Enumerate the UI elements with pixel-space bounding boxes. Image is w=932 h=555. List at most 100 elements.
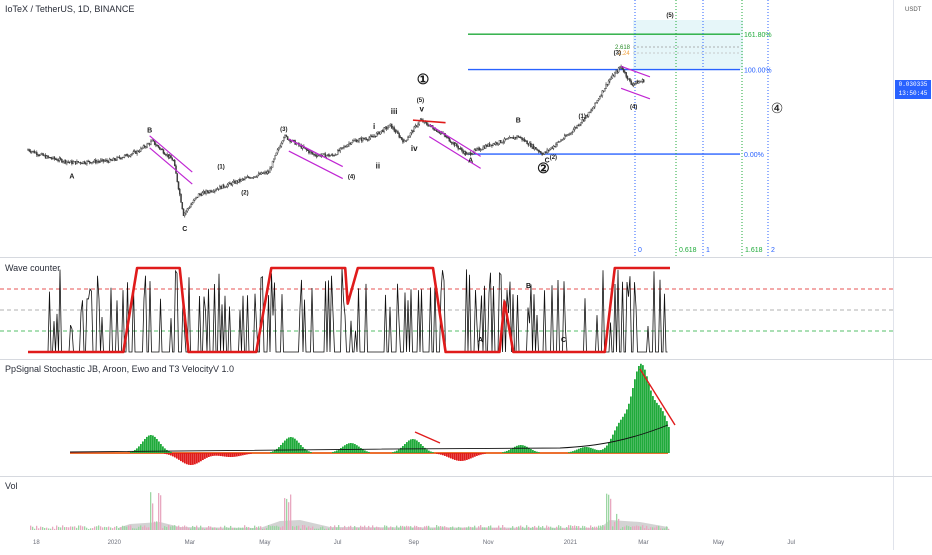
vol-bar <box>480 525 482 530</box>
candle-body <box>125 154 127 156</box>
candle-body <box>378 131 380 135</box>
vol-bar <box>70 526 72 530</box>
signal-histogram-bar <box>240 453 242 456</box>
vol-bar <box>614 521 616 530</box>
signal-histogram-bar <box>600 450 602 453</box>
vol-bar <box>62 525 64 530</box>
signal-histogram-bar <box>478 453 480 456</box>
candle-body <box>337 150 339 155</box>
vol-bar <box>246 526 248 530</box>
candle-body <box>145 146 147 148</box>
candle-body <box>358 138 360 142</box>
vol-bar <box>394 528 396 530</box>
candle-body <box>491 144 493 146</box>
vol-bar <box>534 525 536 530</box>
vol-bar <box>556 526 558 530</box>
chart-canvas[interactable]: 0.1800000.1200000.0800000.0500000.030000… <box>0 0 932 550</box>
vol-bar <box>108 526 110 530</box>
pane-divider[interactable] <box>0 257 932 258</box>
vol-bar <box>348 526 350 530</box>
signal-histogram-bar <box>392 452 394 453</box>
candle-body <box>405 139 408 141</box>
vol-bar <box>400 525 402 530</box>
candle-body <box>454 143 457 146</box>
signal-histogram-bar <box>582 447 584 453</box>
signal-histogram-bar <box>482 453 484 455</box>
candle-body <box>209 190 211 193</box>
vol-bar <box>662 528 664 530</box>
vol-bar <box>472 527 474 530</box>
candle-body <box>501 142 503 144</box>
candle-body <box>166 154 168 156</box>
candle-body <box>108 158 111 163</box>
vol-bar <box>74 526 76 530</box>
candle-body <box>484 145 487 149</box>
vol-bar <box>630 526 632 530</box>
signal-histogram-bar <box>398 449 400 453</box>
candle-body <box>163 153 166 155</box>
candle-body <box>180 193 182 203</box>
candle-body <box>474 149 477 151</box>
vol-bar <box>270 526 272 530</box>
pane-divider[interactable] <box>0 476 932 477</box>
candle-body <box>562 138 565 140</box>
signal-histogram-bar <box>416 440 418 453</box>
signal-histogram-bar <box>276 448 278 453</box>
wave-pane-title[interactable]: Wave counter <box>5 263 60 273</box>
vol-bar <box>158 493 160 530</box>
vol-bar <box>110 527 112 530</box>
time-axis-label: Jul <box>334 540 342 546</box>
vol-bar <box>318 528 320 530</box>
candle-body <box>182 208 185 216</box>
signal-pane-title[interactable]: PpSignal Stochastic JB, Aroon, Ewo and T… <box>5 364 234 374</box>
vol-bar <box>268 525 270 530</box>
candle-body <box>247 176 250 178</box>
signal-histogram-bar <box>174 453 176 458</box>
vol-bar <box>86 527 88 530</box>
vol-bar <box>132 528 134 530</box>
signal-histogram-bar <box>176 453 178 459</box>
candle-body <box>342 147 344 149</box>
candle-body <box>34 152 37 154</box>
vol-bar <box>240 527 242 530</box>
candle-body <box>87 160 89 163</box>
candle-body <box>308 150 310 154</box>
vol-bar <box>510 528 512 530</box>
candle-body <box>552 145 555 149</box>
wave-annotation: C <box>561 337 566 344</box>
candle-body <box>217 188 220 190</box>
vol-bar <box>34 528 36 530</box>
vol-bar <box>392 527 394 530</box>
pane-divider[interactable] <box>0 359 932 360</box>
bar-countdown: 13:50:45 <box>898 90 928 97</box>
vol-bar <box>388 528 390 530</box>
candle-body <box>493 143 496 145</box>
candle-body <box>627 78 630 80</box>
candle-body <box>589 111 591 113</box>
vol-bar <box>572 526 574 530</box>
vol-pane-title[interactable]: Vol <box>5 481 18 491</box>
candle-body <box>482 146 484 150</box>
candle-body <box>602 90 605 92</box>
signal-histogram-bar <box>200 453 202 462</box>
vol-bar <box>646 525 648 530</box>
vol-bar <box>96 526 98 530</box>
candle-body <box>306 149 309 151</box>
signal-histogram-bar <box>280 445 282 453</box>
candle-body <box>245 177 247 179</box>
vol-bar <box>384 525 386 530</box>
time-fib-label: 0 <box>638 247 642 254</box>
candle-body <box>224 186 226 189</box>
signal-histogram-bar <box>202 453 204 461</box>
signal-histogram-bar <box>524 445 526 453</box>
wave-label-minor: (1) <box>579 114 586 120</box>
signal-histogram-bar <box>514 446 516 453</box>
candle-body <box>543 151 546 155</box>
vol-bar <box>126 526 128 530</box>
candle-body <box>326 154 329 156</box>
candle-body <box>410 130 413 134</box>
chart-title[interactable]: IoTeX / TetherUS, 1D, BINANCE <box>5 4 134 14</box>
candle-body <box>106 159 108 162</box>
vol-bar <box>166 527 168 530</box>
vol-bar <box>122 525 124 530</box>
